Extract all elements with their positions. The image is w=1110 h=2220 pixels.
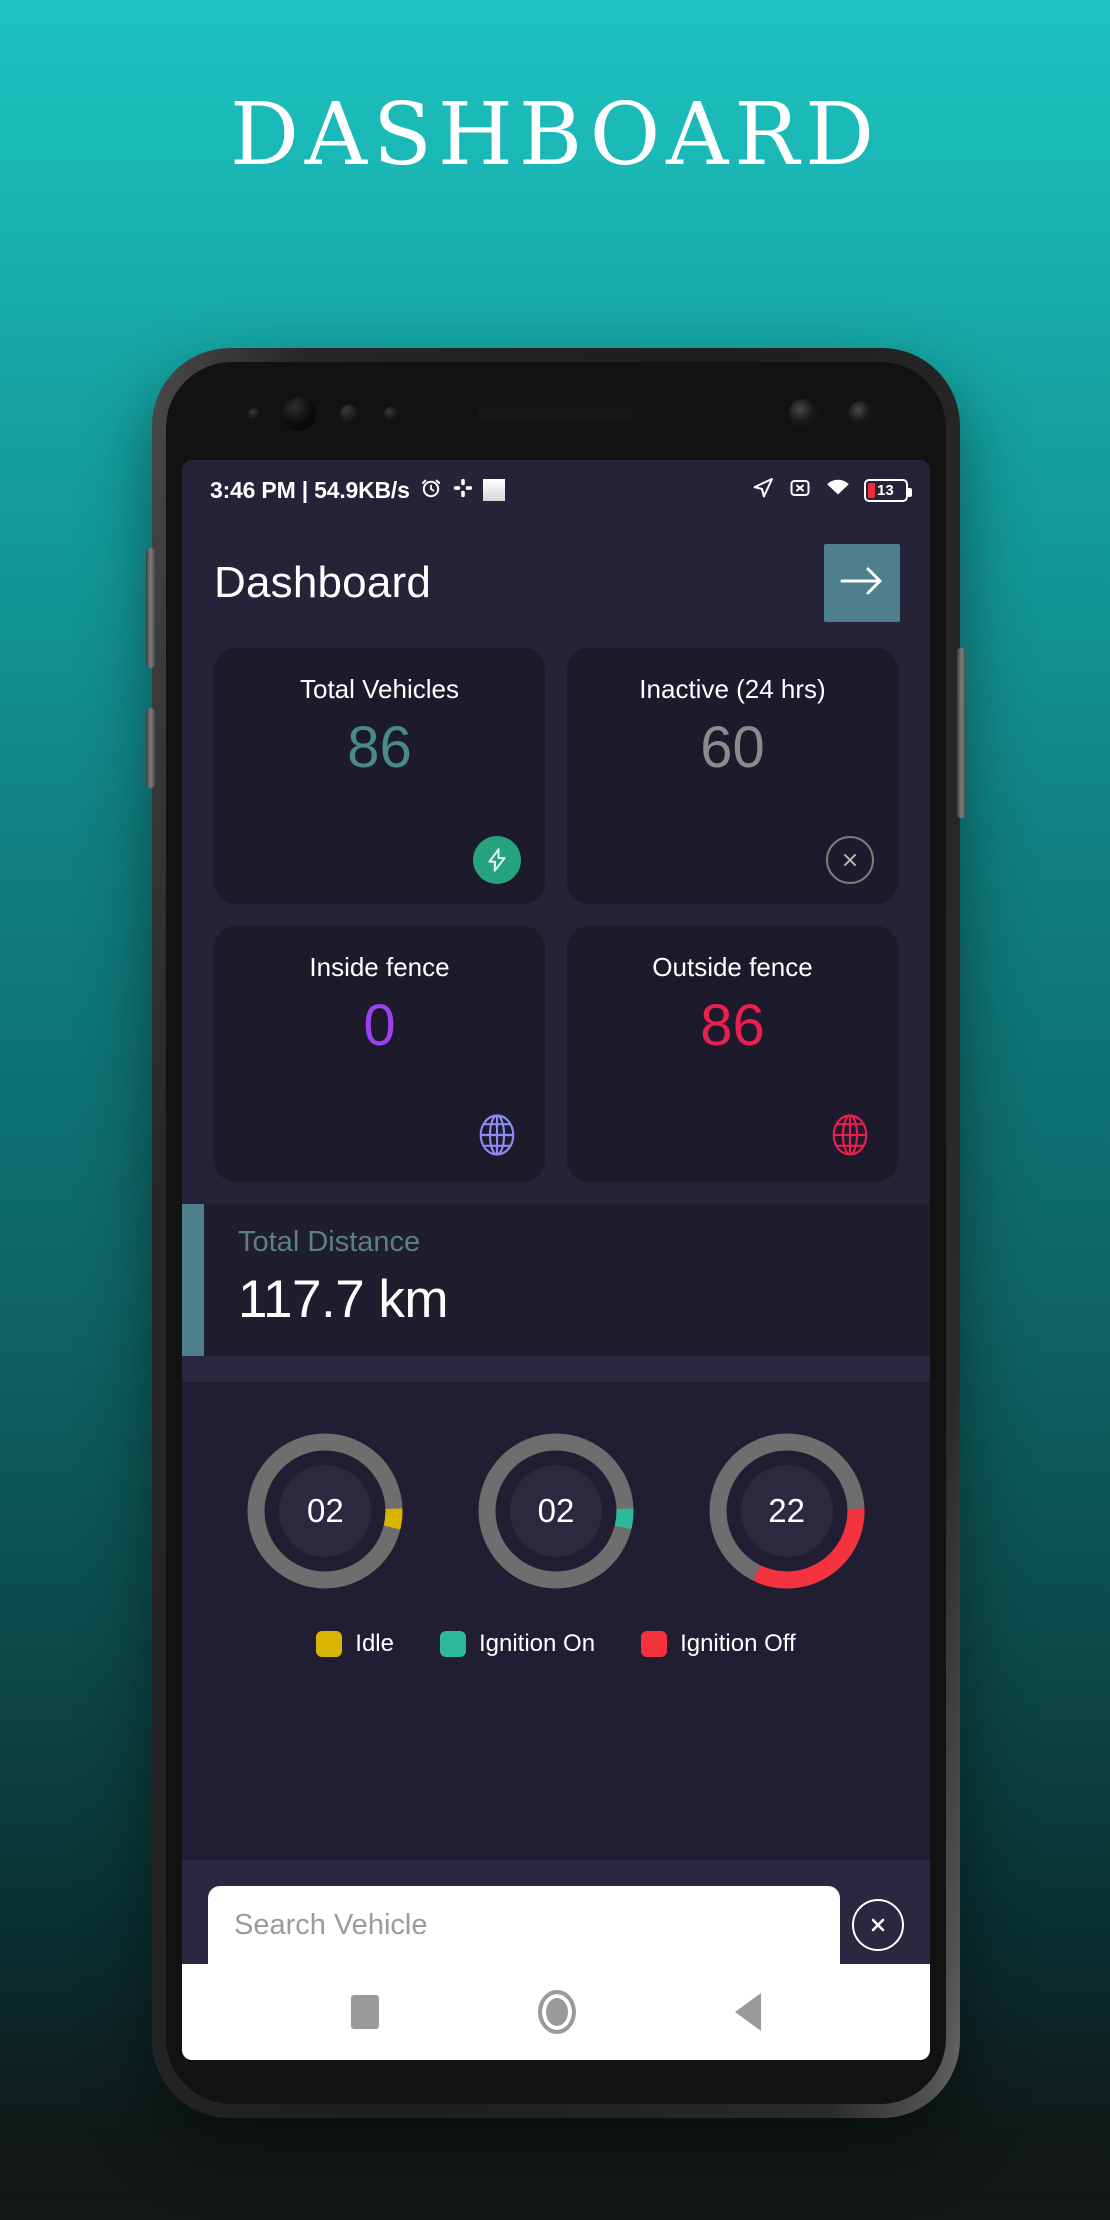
- x-box-icon: [788, 476, 812, 505]
- distance-value: 117.7 km: [238, 1270, 449, 1329]
- sensor-dot-icon: [248, 408, 260, 420]
- card-value: 86: [347, 715, 412, 780]
- card-title: Inactive (24 hrs): [639, 674, 826, 704]
- power-button[interactable]: [957, 648, 966, 818]
- alarm-icon: [419, 476, 443, 505]
- stat-cards-grid: Total Vehicles 86 Inactive (24 hrs) 60 I…: [182, 642, 930, 1182]
- card-outside-fence[interactable]: Outside fence 86: [567, 926, 898, 1182]
- legend-item-ignition-off[interactable]: Ignition Off: [641, 1630, 796, 1658]
- status-bar-right: 13: [751, 476, 912, 505]
- card-value: 60: [700, 715, 765, 780]
- legend-label: Idle: [355, 1630, 394, 1657]
- volume-up-button[interactable]: [146, 548, 155, 668]
- status-bar: 3:46 PM | 54.9KB/s 13: [182, 460, 930, 520]
- light-sensor-icon: [384, 407, 398, 421]
- earpiece-speaker: [478, 407, 633, 421]
- legend-swatch-icon: [439, 1631, 466, 1657]
- close-icon: [826, 836, 874, 884]
- legend-swatch-icon: [641, 1631, 668, 1657]
- phone-screen: 3:46 PM | 54.9KB/s 13 Dashboard Total Ve…: [182, 460, 930, 2060]
- status-bar-left: 3:46 PM | 54.9KB/s: [210, 476, 505, 505]
- globe-icon: [824, 1109, 876, 1166]
- white-square-icon: [482, 479, 505, 501]
- volume-down-button[interactable]: [146, 708, 155, 788]
- donut-row: 02 02 22: [182, 1426, 930, 1596]
- page-title: DASHBOARD: [229, 85, 881, 185]
- legend-label: Ignition Off: [680, 1630, 796, 1657]
- android-nav-bar: [182, 1964, 930, 2060]
- legend-label: Ignition On: [478, 1630, 596, 1657]
- next-arrow-button[interactable]: [824, 544, 900, 622]
- card-total-vehicles[interactable]: Total Vehicles 86: [214, 648, 545, 904]
- total-distance-card[interactable]: Total Distance 117.7 km: [182, 1204, 930, 1356]
- card-inactive-24hrs[interactable]: Inactive (24 hrs) 60: [567, 648, 898, 904]
- donut-ignition-off[interactable]: 22: [702, 1426, 872, 1596]
- location-arrow-icon: [751, 476, 775, 505]
- close-circle-icon[interactable]: [852, 1899, 904, 1951]
- phone-top-sensors: [152, 394, 960, 434]
- distance-body: Total Distance 117.7 km: [204, 1204, 449, 1356]
- home-button[interactable]: [537, 1990, 576, 2034]
- card-inside-fence[interactable]: Inside fence 0: [214, 926, 545, 1182]
- card-title: Total Vehicles: [300, 674, 459, 704]
- donut-idle[interactable]: 02: [240, 1426, 410, 1596]
- chart-legend: Idle Ignition On Ignition Off: [182, 1630, 930, 1658]
- search-placeholder: Search Vehicle: [234, 1908, 428, 1941]
- back-button[interactable]: [734, 1993, 761, 2031]
- donut-value: 02: [537, 1492, 575, 1529]
- card-title: Inside fence: [309, 952, 450, 982]
- sensor-right-a-icon: [788, 399, 818, 429]
- distance-label: Total Distance: [238, 1226, 421, 1258]
- vehicle-status-chart: 02 02 22 Idle Ignition On Ignition Off: [182, 1382, 930, 1860]
- app-bar: Dashboard: [182, 520, 930, 642]
- legend-item-idle[interactable]: Idle: [316, 1630, 394, 1658]
- donut-ignition-on[interactable]: 02: [471, 1426, 641, 1596]
- arrow-right-icon: [839, 564, 885, 603]
- search-section: Search Vehicle: [182, 1860, 930, 1964]
- bolt-icon: [473, 836, 521, 884]
- battery-icon: 13: [864, 478, 912, 502]
- globe-icon: [471, 1109, 523, 1166]
- card-value: 0: [363, 993, 396, 1058]
- proximity-sensor-icon: [340, 404, 359, 424]
- status-time-network: 3:46 PM | 54.9KB/s: [210, 476, 410, 503]
- wifi-icon: [825, 476, 851, 505]
- sensor-right-b-icon: [848, 401, 874, 427]
- slack-icon: [452, 477, 474, 504]
- legend-item-ignition-on[interactable]: Ignition On: [439, 1630, 596, 1658]
- legend-swatch-icon: [316, 1631, 343, 1657]
- donut-value: 02: [306, 1492, 344, 1529]
- donut-value: 22: [768, 1492, 805, 1529]
- phone-frame: 3:46 PM | 54.9KB/s 13 Dashboard Total Ve…: [146, 348, 966, 2118]
- search-input[interactable]: Search Vehicle: [208, 1886, 840, 1964]
- section-divider: [182, 1356, 930, 1382]
- app-bar-title: Dashboard: [214, 558, 432, 607]
- recents-button[interactable]: [351, 1995, 380, 2029]
- distance-accent-bar: [182, 1204, 204, 1356]
- card-value: 86: [700, 993, 765, 1058]
- front-camera-icon: [282, 397, 316, 431]
- card-title: Outside fence: [652, 952, 813, 982]
